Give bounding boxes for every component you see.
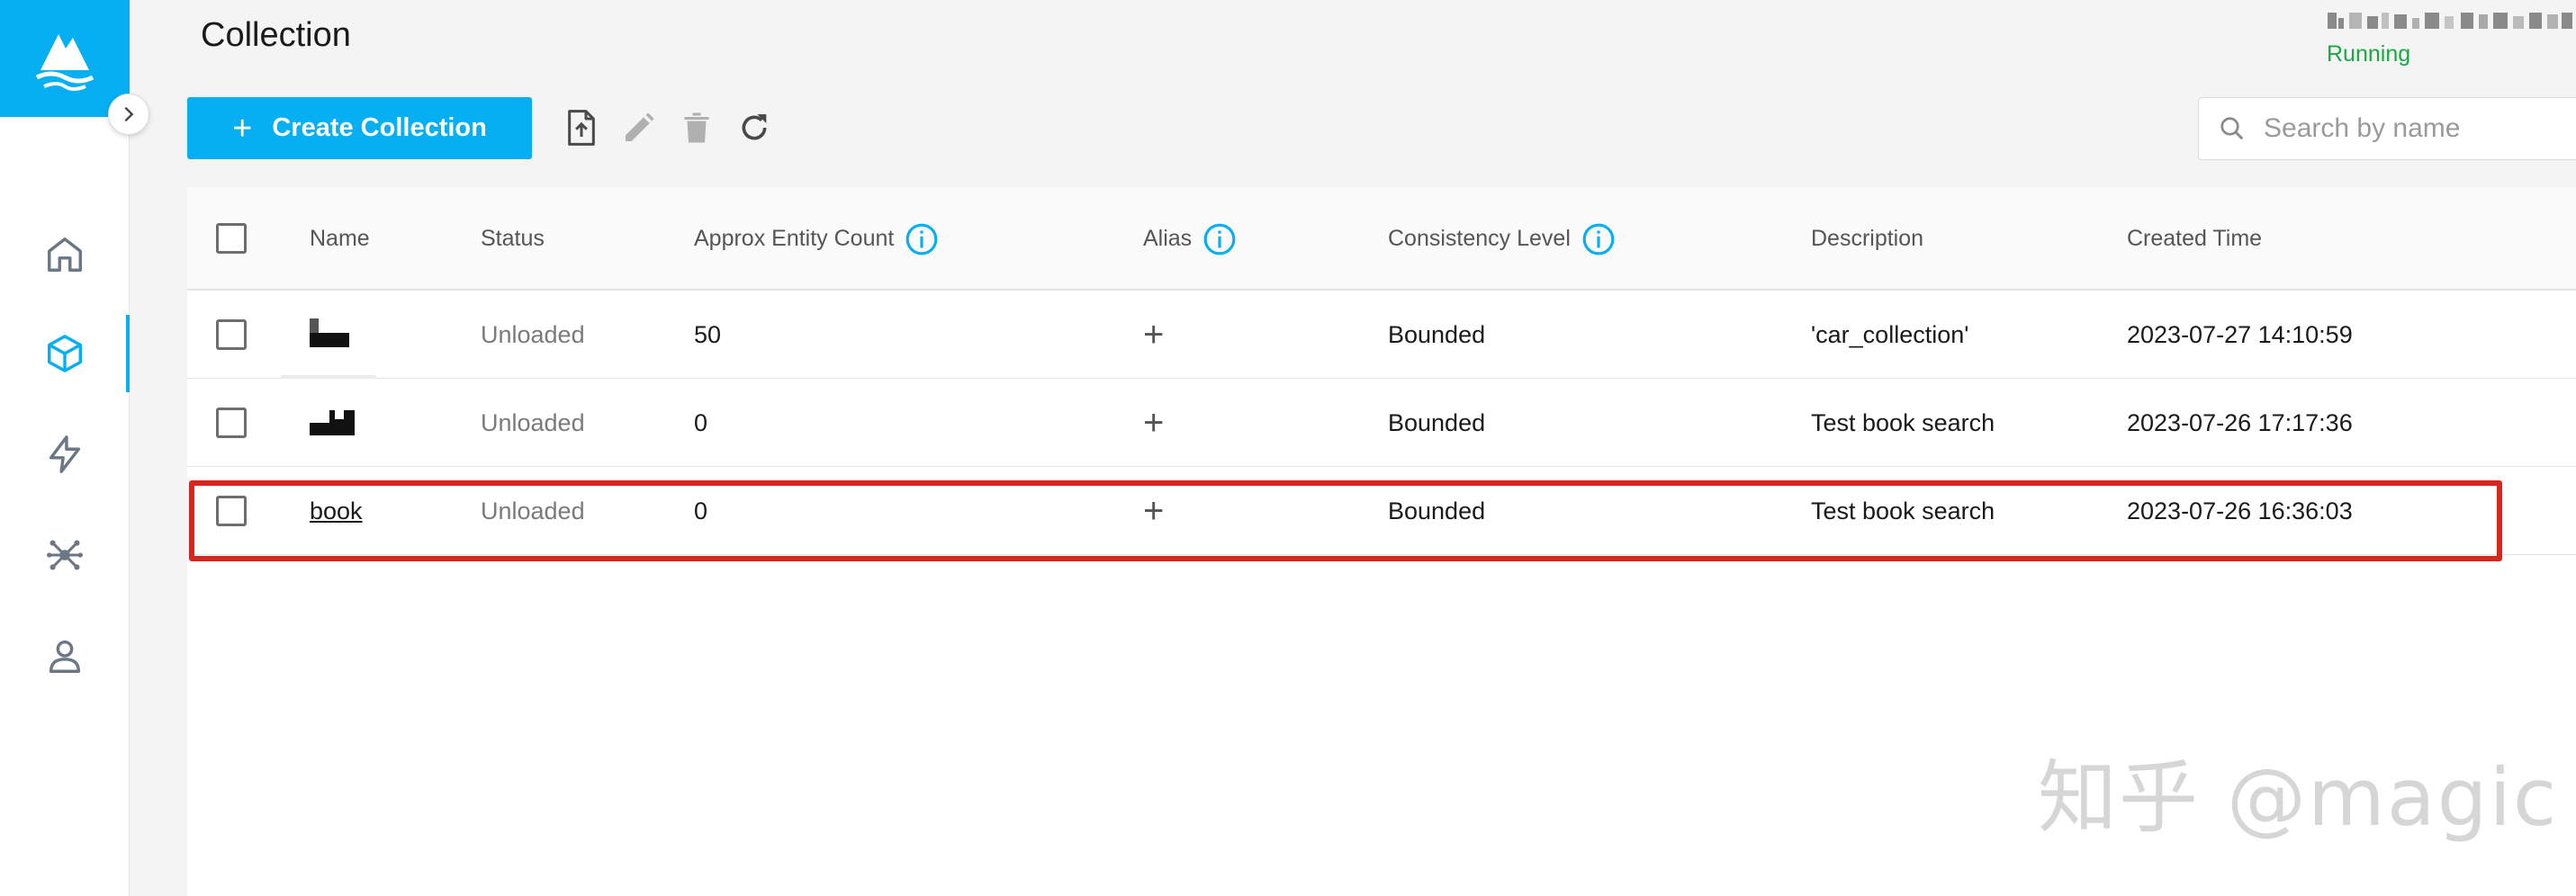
column-name[interactable]: Name — [310, 187, 370, 291]
collection-name-redacted[interactable] — [310, 291, 349, 379]
entity-count-cell: 0 — [694, 408, 708, 436]
chevron-right-icon — [124, 106, 134, 122]
edit-button[interactable] — [619, 108, 659, 148]
add-alias-button[interactable]: + — [1143, 379, 1164, 467]
nav-collection[interactable] — [0, 315, 130, 392]
import-icon — [568, 110, 595, 146]
nav-home[interactable] — [0, 216, 130, 293]
consistency-cell: Bounded — [1388, 408, 1486, 436]
table-row[interactable]: Unloaded 0 + Bounded Test book search 20… — [187, 379, 2576, 467]
table-header: Name Status Approx Entity Count Alias Co… — [187, 187, 2576, 291]
refresh-icon — [742, 114, 767, 140]
consistency-cell: Bounded — [1388, 497, 1486, 524]
collection-name-link[interactable]: book — [310, 467, 363, 555]
search-box[interactable] — [2198, 97, 2576, 160]
status-cell: Unloaded — [481, 497, 585, 524]
create-collection-button[interactable]: + Create Collection — [187, 97, 532, 159]
import-button[interactable] — [562, 108, 601, 148]
info-icon[interactable] — [1202, 222, 1237, 256]
collection-name-redacted[interactable] — [310, 379, 355, 467]
select-all-checkbox[interactable] — [216, 223, 247, 254]
search-icon — [2220, 117, 2244, 140]
create-collection-label: Create Collection — [272, 113, 487, 142]
milvus-logo[interactable] — [0, 0, 130, 117]
info-icon[interactable] — [1581, 222, 1616, 256]
lightning-icon — [49, 435, 81, 473]
description-cell: Test book search — [1811, 497, 1995, 524]
collection-icon — [48, 335, 82, 372]
column-consistency-level[interactable]: Consistency Level — [1388, 187, 1616, 291]
add-alias-button[interactable]: + — [1143, 291, 1164, 379]
refresh-button[interactable] — [734, 108, 774, 148]
search-input[interactable] — [2264, 113, 2552, 144]
entity-count-cell: 0 — [694, 497, 708, 524]
logo-icon — [35, 34, 95, 91]
created-time-cell: 2023-07-26 16:36:03 — [2127, 497, 2353, 524]
table-row[interactable]: book Unloaded 0 + Bounded Test book sear… — [187, 467, 2576, 555]
edit-icon — [626, 112, 654, 141]
plus-icon: + — [232, 109, 253, 148]
nav-topology[interactable] — [0, 516, 130, 594]
delete-icon — [684, 112, 709, 143]
column-description[interactable]: Description — [1811, 187, 1923, 291]
table-row[interactable]: Unloaded 50 + Bounded 'car_collection' 2… — [187, 291, 2576, 379]
nav-user[interactable] — [0, 617, 130, 694]
page-title: Collection — [201, 16, 351, 54]
column-status[interactable]: Status — [481, 187, 545, 291]
column-created-time[interactable]: Created Time — [2127, 187, 2262, 291]
nav-system[interactable] — [0, 416, 130, 493]
description-cell: 'car_collection' — [1811, 320, 1969, 348]
entity-count-cell: 50 — [694, 320, 722, 348]
description-cell: Test book search — [1811, 408, 1995, 436]
row-checkbox[interactable] — [216, 408, 247, 438]
sidebar-toggle-button[interactable] — [108, 94, 149, 135]
status-cell: Unloaded — [481, 408, 585, 436]
add-alias-button[interactable]: + — [1143, 467, 1164, 555]
created-time-cell: 2023-07-27 14:10:59 — [2127, 320, 2353, 348]
topology-icon — [47, 540, 83, 570]
column-alias[interactable]: Alias — [1143, 187, 1237, 291]
created-time-cell: 2023-07-26 17:17:36 — [2127, 408, 2353, 436]
home-icon — [48, 237, 82, 272]
sidebar — [0, 0, 130, 896]
info-icon[interactable] — [905, 222, 939, 256]
row-checkbox[interactable] — [216, 496, 247, 526]
user-icon — [49, 640, 81, 673]
watermark: 知乎 @magic — [2038, 751, 2559, 844]
consistency-cell: Bounded — [1388, 320, 1486, 348]
row-checkbox[interactable] — [216, 319, 247, 350]
status-cell: Unloaded — [481, 320, 585, 348]
server-address-redacted — [2328, 13, 2572, 29]
delete-button[interactable] — [677, 108, 716, 148]
column-entity-count[interactable]: Approx Entity Count — [694, 187, 939, 291]
server-status: Running — [2327, 41, 2411, 67]
